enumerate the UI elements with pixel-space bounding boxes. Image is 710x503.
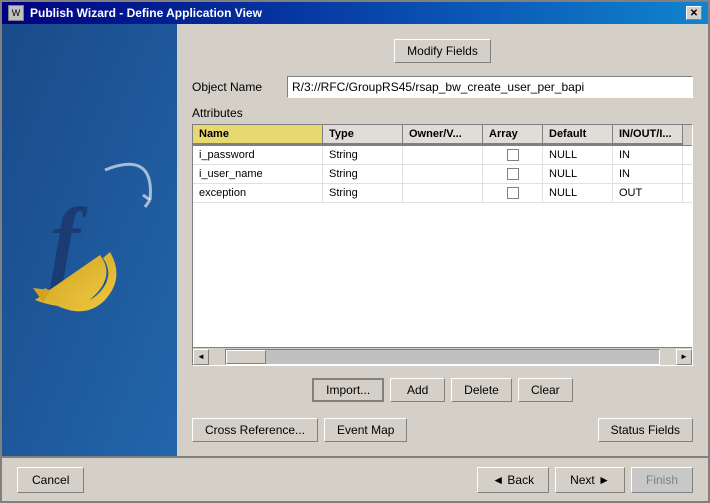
attributes-section: Attributes Name Type Owner/V... Array De… — [192, 106, 693, 366]
col-inout: IN/OUT/I... — [613, 125, 683, 145]
cell-type-3: String — [323, 184, 403, 202]
table-row[interactable]: i_user_name String NULL IN — [193, 165, 692, 184]
cell-inout-3: OUT — [613, 184, 683, 202]
clear-button[interactable]: Clear — [518, 378, 573, 402]
scroll-right-button[interactable]: ► — [676, 349, 692, 365]
finish-button[interactable]: Finish — [631, 467, 693, 493]
cell-type-1: String — [323, 146, 403, 164]
array-checkbox-1[interactable] — [507, 149, 519, 161]
col-owner: Owner/V... — [403, 125, 483, 145]
cell-owner-3 — [403, 184, 483, 202]
footer-left: Cancel — [17, 467, 84, 493]
window-icon: W — [8, 5, 24, 21]
event-map-button[interactable]: Event Map — [324, 418, 407, 442]
object-name-row: Object Name — [192, 76, 693, 98]
footer-right: ◄ Back Next ► Finish — [477, 467, 693, 493]
cell-array-1[interactable] — [483, 146, 543, 164]
table-row[interactable]: i_password String NULL IN — [193, 146, 692, 165]
cell-inout-2: IN — [613, 165, 683, 183]
col-array: Array — [483, 125, 543, 145]
cell-name-2: i_user_name — [193, 165, 323, 183]
array-checkbox-3[interactable] — [507, 187, 519, 199]
cell-default-2: NULL — [543, 165, 613, 183]
title-bar: W Publish Wizard - Define Application Vi… — [2, 2, 708, 24]
cell-name-1: i_password — [193, 146, 323, 164]
left-panel: f () — [2, 24, 177, 456]
col-default: Default — [543, 125, 613, 145]
horizontal-scrollbar[interactable]: ◄ ► — [193, 347, 692, 365]
cell-owner-2 — [403, 165, 483, 183]
cell-type-2: String — [323, 165, 403, 183]
import-button[interactable]: Import... — [312, 378, 384, 402]
main-window: W Publish Wizard - Define Application Vi… — [0, 0, 710, 503]
cell-array-3[interactable] — [483, 184, 543, 202]
table-body: i_password String NULL IN i_user_name St… — [193, 146, 692, 347]
close-button[interactable]: ✕ — [686, 6, 702, 20]
table-header: Name Type Owner/V... Array Default IN/OU… — [193, 125, 692, 146]
modify-fields-button[interactable]: Modify Fields — [394, 39, 491, 63]
cell-default-3: NULL — [543, 184, 613, 202]
next-button[interactable]: Next ► — [555, 467, 625, 493]
modify-fields-row: Modify Fields — [192, 34, 693, 68]
scroll-left-button[interactable]: ◄ — [193, 349, 209, 365]
col-type: Type — [323, 125, 403, 145]
attributes-label: Attributes — [192, 106, 693, 120]
right-bottom-group: Status Fields — [598, 418, 693, 442]
object-name-input[interactable] — [287, 76, 693, 98]
col-name: Name — [193, 125, 323, 145]
array-checkbox-2[interactable] — [507, 168, 519, 180]
cell-name-3: exception — [193, 184, 323, 202]
add-button[interactable]: Add — [390, 378, 445, 402]
status-fields-button[interactable]: Status Fields — [598, 418, 693, 442]
right-panel: Modify Fields Object Name Attributes Nam… — [177, 24, 708, 456]
cancel-button[interactable]: Cancel — [17, 467, 84, 493]
delete-button[interactable]: Delete — [451, 378, 512, 402]
cell-inout-1: IN — [613, 146, 683, 164]
logo-graphic: f () — [15, 140, 165, 340]
content-area: f () Modify Fields — [2, 24, 708, 456]
left-bottom-group: Cross Reference... Event Map — [192, 418, 407, 442]
cell-default-1: NULL — [543, 146, 613, 164]
cross-reference-button[interactable]: Cross Reference... — [192, 418, 318, 442]
back-button[interactable]: ◄ Back — [477, 467, 549, 493]
scrollbar-thumb[interactable] — [226, 350, 266, 364]
table-row[interactable]: exception String NULL OUT — [193, 184, 692, 203]
cell-owner-1 — [403, 146, 483, 164]
object-name-label: Object Name — [192, 80, 277, 94]
action-buttons-row: Import... Add Delete Clear — [192, 374, 693, 406]
footer: Cancel ◄ Back Next ► Finish — [2, 456, 708, 501]
bottom-buttons-row: Cross Reference... Event Map Status Fiel… — [192, 414, 693, 446]
window-title: Publish Wizard - Define Application View — [30, 6, 262, 20]
scrollbar-track[interactable] — [225, 349, 660, 365]
attributes-table: Name Type Owner/V... Array Default IN/OU… — [192, 124, 693, 366]
cell-array-2[interactable] — [483, 165, 543, 183]
